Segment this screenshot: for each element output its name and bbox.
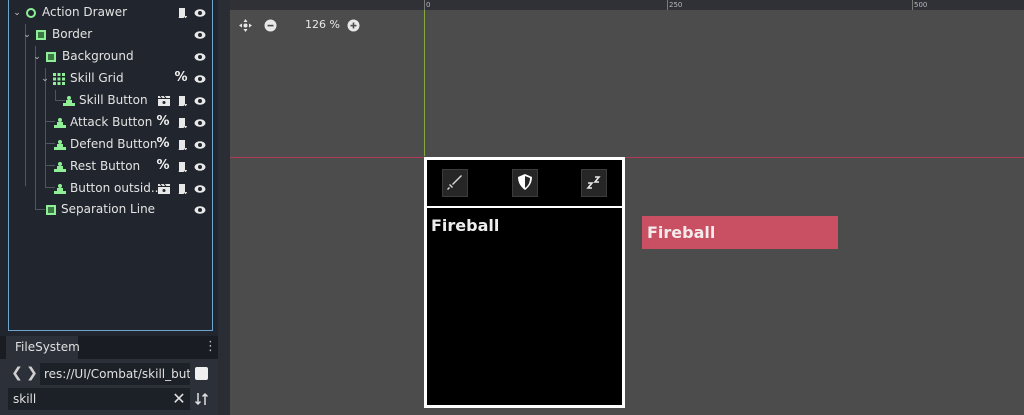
button-outside-label: Fireball <box>647 223 716 242</box>
tree-item-skill-button[interactable]: Skill Button <box>9 90 212 112</box>
canvas-viewport[interactable]: 0 250 500 0 250 126 % <box>218 0 1024 415</box>
script-icon[interactable] <box>176 117 188 129</box>
script-icon[interactable] <box>176 183 188 195</box>
chevron-down-icon[interactable]: ⌄ <box>40 74 50 84</box>
tree-item-separation-line[interactable]: Separation Line <box>9 199 212 221</box>
visibility-eye-icon[interactable] <box>194 95 206 107</box>
skill-grid <box>427 160 622 206</box>
ruler-label: 500 <box>914 1 928 9</box>
rest-skill-button[interactable] <box>581 169 607 197</box>
tree-item-label: Defend Button <box>70 137 158 151</box>
left-dock: ⌄ Action Drawer ⌄ Border ⌄ Background ⌄ … <box>0 0 218 415</box>
tree-item-label: Attack Button <box>70 115 153 129</box>
filesystem-path-field[interactable]: res://UI/Combat/skill_butto <box>40 363 190 385</box>
split-view-toggle-icon[interactable] <box>195 367 208 380</box>
zoom-level-label[interactable]: 126 % <box>305 18 340 31</box>
button-icon <box>54 161 66 173</box>
tree-item-label: Action Drawer <box>42 5 128 19</box>
ruler-label: 0 <box>426 1 431 9</box>
button-icon <box>63 95 75 107</box>
percent-icon[interactable]: % <box>156 115 170 129</box>
tree-item-label: Separation Line <box>61 202 156 216</box>
clear-filter-icon[interactable]: ✕ <box>172 391 186 407</box>
tree-item-label: Background <box>62 49 134 63</box>
tree-item-border[interactable]: ⌄ Border <box>9 24 212 46</box>
sleep-icon <box>585 173 603 194</box>
tree-item-button-outside[interactable]: Button outsid... <box>9 178 212 200</box>
tree-item-defend-button[interactable]: Defend Button % <box>9 134 212 156</box>
ruler-tick <box>912 0 913 10</box>
clapperboard-icon[interactable] <box>158 95 170 107</box>
ruler-label: 250 <box>669 1 683 9</box>
tree-item-rest-button[interactable]: Rest Button % <box>9 156 212 178</box>
viewport-left-scrollbar[interactable] <box>218 0 230 415</box>
button-icon <box>54 139 66 151</box>
percent-icon[interactable]: % <box>156 137 170 151</box>
chevron-down-icon[interactable]: ⌄ <box>12 8 22 18</box>
tree-item-background[interactable]: ⌄ Background <box>9 46 212 68</box>
forward-arrow-icon[interactable]: ❯ <box>26 365 38 381</box>
percent-icon[interactable]: % <box>174 71 188 85</box>
button-icon <box>54 183 66 195</box>
panel-icon <box>45 204 57 216</box>
control-node-icon <box>25 7 37 19</box>
visibility-eye-icon[interactable] <box>194 161 206 173</box>
tree-item-label: Rest Button <box>70 159 141 173</box>
zoom-out-icon[interactable] <box>264 19 277 32</box>
tree-item-label: Skill Button <box>79 93 148 107</box>
attack-skill-button[interactable] <box>442 169 468 197</box>
origin-guide-horizontal <box>230 157 1024 158</box>
sort-icon[interactable] <box>194 391 210 407</box>
button-icon <box>54 117 66 129</box>
tree-item-label: Border <box>52 27 93 41</box>
filesystem-filter-input[interactable]: skill <box>8 388 190 410</box>
tab-filesystem[interactable]: FileSystem <box>6 336 80 359</box>
panel-icon <box>35 29 47 41</box>
tree-item-label: Button outsid... <box>70 181 163 195</box>
defend-skill-button[interactable] <box>512 169 538 197</box>
chevron-down-icon[interactable]: ⌄ <box>32 52 42 62</box>
shield-icon <box>516 173 534 194</box>
ruler-horizontal: 0 250 500 <box>218 0 1024 10</box>
visibility-eye-icon[interactable] <box>194 204 206 216</box>
chevron-down-icon[interactable]: ⌄ <box>22 30 32 40</box>
origin-guide-vertical <box>424 10 425 156</box>
visibility-eye-icon[interactable] <box>194 117 206 129</box>
action-drawer-preview[interactable]: Fireball <box>424 157 625 408</box>
button-outside-preview[interactable]: Fireball <box>642 216 838 249</box>
visibility-eye-icon[interactable] <box>194 51 206 63</box>
grid-container-icon <box>53 73 65 85</box>
tree-item-label: Skill Grid <box>70 71 124 85</box>
script-icon[interactable] <box>176 7 188 19</box>
panel-icon <box>45 51 57 63</box>
scene-tree-panel: ⌄ Action Drawer ⌄ Border ⌄ Background ⌄ … <box>8 0 213 331</box>
visibility-eye-icon[interactable] <box>194 73 206 85</box>
tree-item-action-drawer[interactable]: ⌄ Action Drawer <box>9 2 212 24</box>
visibility-eye-icon[interactable] <box>194 183 206 195</box>
script-icon[interactable] <box>176 139 188 151</box>
visibility-eye-icon[interactable] <box>194 139 206 151</box>
tree-item-attack-button[interactable]: Attack Button % <box>9 112 212 134</box>
script-icon[interactable] <box>176 95 188 107</box>
ruler-tick <box>424 0 425 10</box>
dock-menu-icon[interactable]: ⋮ <box>204 340 217 354</box>
sword-icon <box>446 173 464 194</box>
skill-description-title: Fireball <box>431 216 500 235</box>
zoom-in-icon[interactable] <box>347 19 360 32</box>
visibility-eye-icon[interactable] <box>194 29 206 41</box>
center-view-icon[interactable] <box>239 19 252 32</box>
ruler-tick <box>667 0 668 10</box>
filesystem-tabbar: FileSystem ⋮ <box>0 336 218 359</box>
script-icon[interactable] <box>176 161 188 173</box>
skill-description-panel: Fireball <box>427 208 622 405</box>
visibility-eye-icon[interactable] <box>194 7 206 19</box>
back-arrow-icon[interactable]: ❮ <box>11 365 23 381</box>
percent-icon[interactable]: % <box>156 159 170 173</box>
clapperboard-icon[interactable] <box>158 183 170 195</box>
tree-item-skill-grid[interactable]: ⌄ Skill Grid % <box>9 68 212 90</box>
